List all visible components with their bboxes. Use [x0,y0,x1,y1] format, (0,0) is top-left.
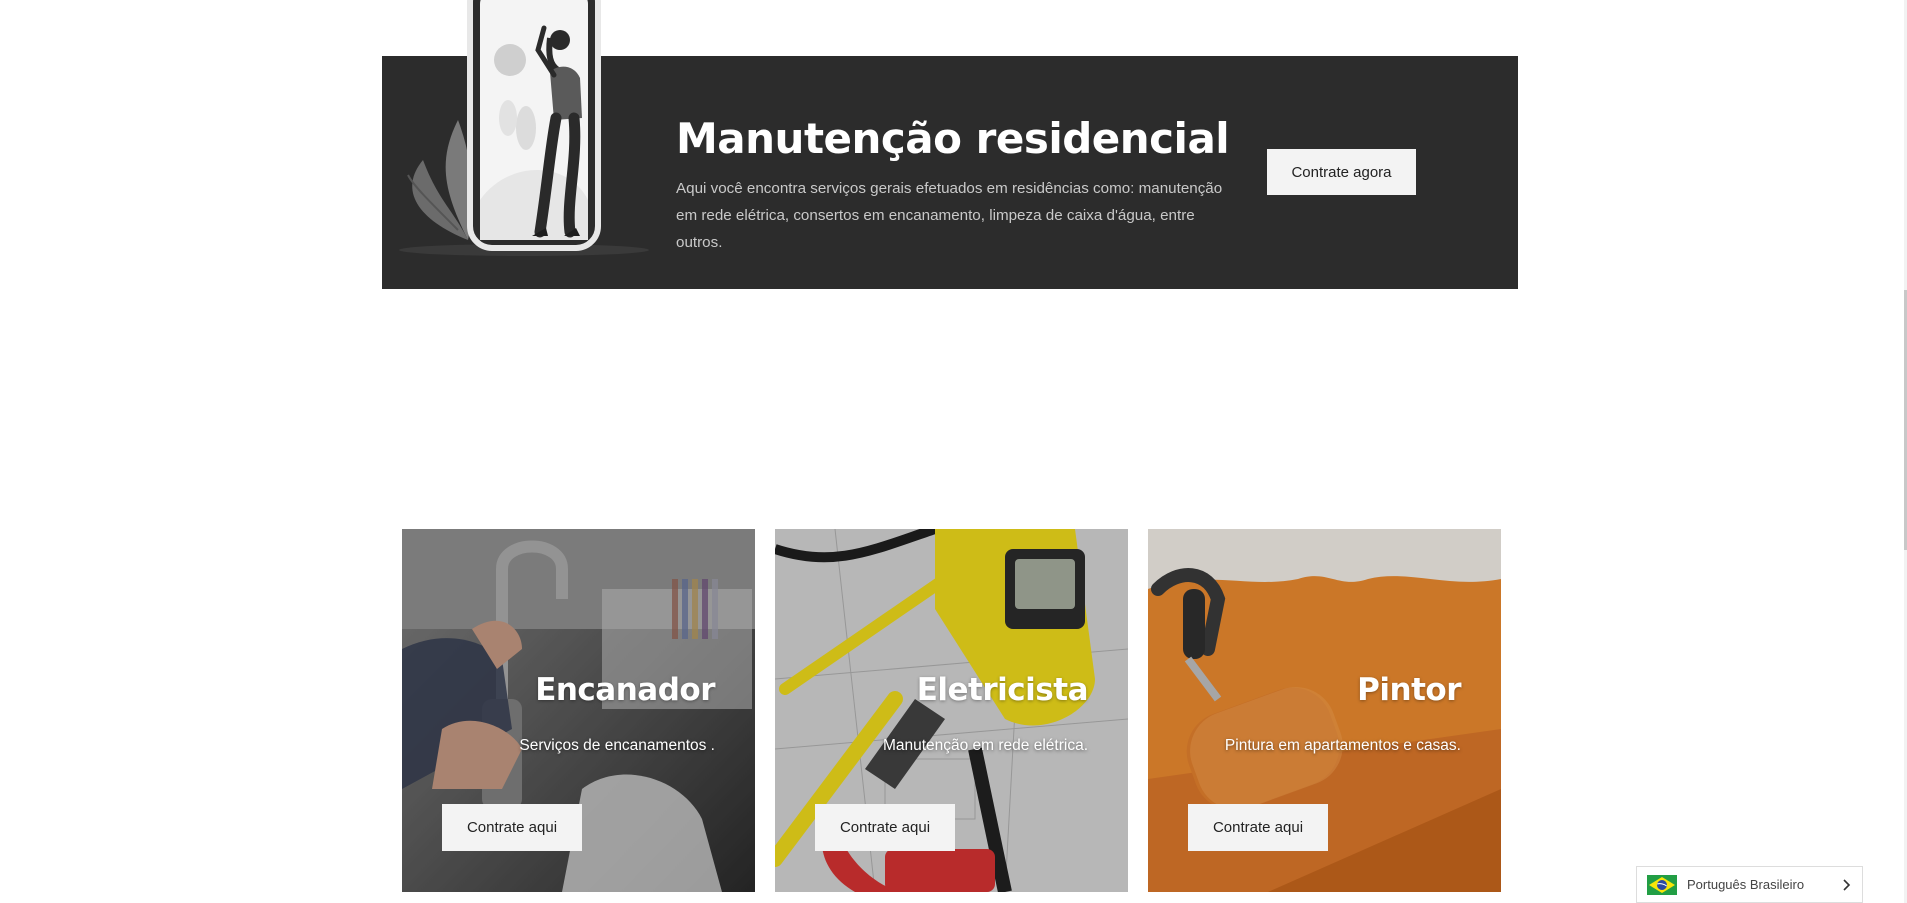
service-card-eletricista: Eletricista Manutenção em rede elétrica.… [775,529,1128,892]
hero-title: Manutenção residencial [676,114,1230,163]
brazil-flag-icon [1647,874,1677,895]
hero-description: Aqui você encontra serviços gerais efetu… [676,180,1223,251]
language-selector[interactable]: Português Brasileiro [1636,866,1863,903]
service-title: Encanador [535,672,715,708]
service-description: Pintura em apartamentos e casas. [1224,737,1461,754]
service-title: Pintor [1357,672,1461,708]
service-description: Serviços de encanamentos . [519,737,715,754]
woman-phone-illustration [399,0,649,256]
service-title: Eletricista [916,672,1089,708]
service-description: Manutenção em rede elétrica. [882,737,1088,754]
contrate-aqui-button[interactable]: Contrate aqui [815,804,955,851]
contrate-aqui-button[interactable]: Contrate aqui [442,804,582,851]
chevron-right-icon [1843,879,1851,891]
language-label: Português Brasileiro [1687,877,1805,892]
contrate-aqui-button[interactable]: Contrate aqui [1188,804,1328,851]
service-card-pintor: Pintor Pintura em apartamentos e casas. … [1148,529,1501,892]
contrate-agora-button[interactable]: Contrate agora [1267,149,1416,195]
service-card-encanador: Encanador Serviços de encanamentos . Con… [402,529,755,892]
